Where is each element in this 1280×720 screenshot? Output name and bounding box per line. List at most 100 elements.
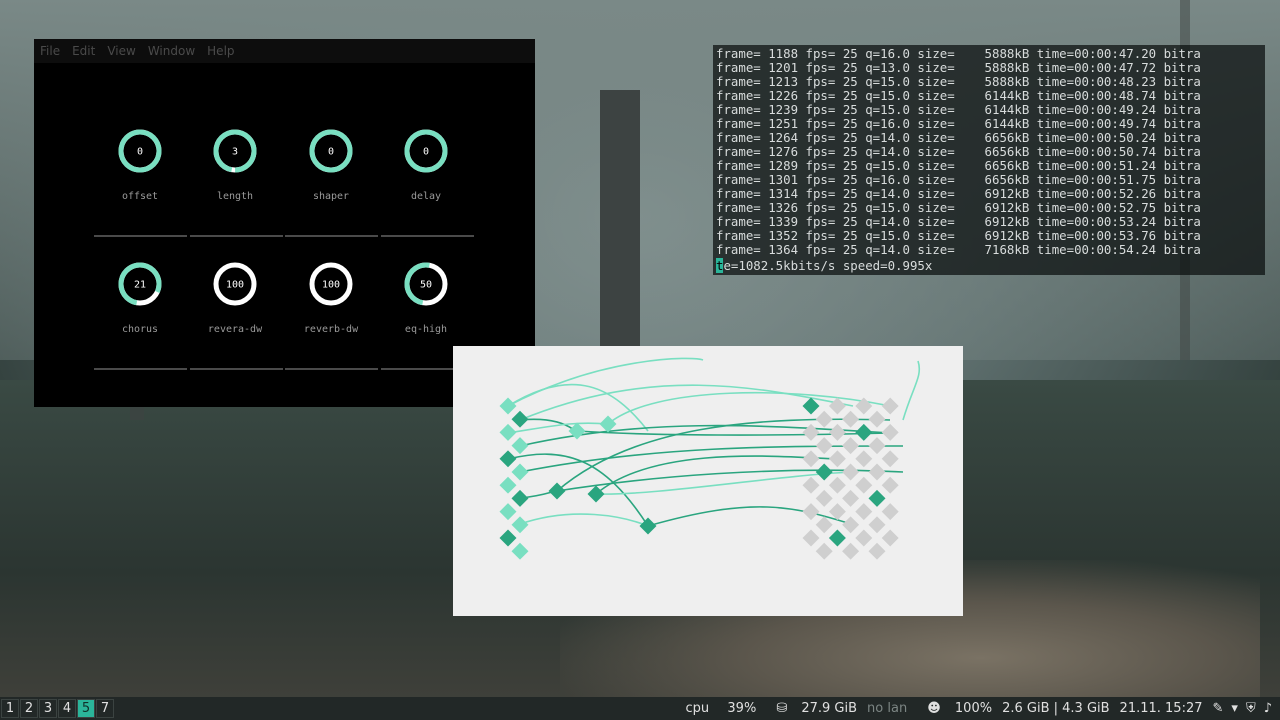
- patch-input-node[interactable]: [511, 516, 529, 534]
- menu-help[interactable]: Help: [207, 44, 234, 58]
- patch-output-node[interactable]: [828, 397, 846, 415]
- wifi-icon[interactable]: ▾: [1231, 701, 1238, 716]
- knob-label: revera-dw: [207, 324, 263, 335]
- patch-output-node[interactable]: [868, 410, 886, 428]
- patch-output-node[interactable]: [881, 476, 899, 494]
- patch-output-node[interactable]: [828, 450, 846, 468]
- patch-output-node[interactable]: [842, 516, 860, 534]
- terminal-line: frame= 1239 fps= 25 q=15.0 size= 6144kB …: [716, 102, 1201, 117]
- patch-node[interactable]: [587, 485, 605, 503]
- workspace-button-7[interactable]: 7: [96, 699, 114, 718]
- patch-input-node[interactable]: [511, 542, 529, 560]
- menu-file[interactable]: File: [40, 44, 60, 58]
- taskbar: 123457 cpu 39% ⛁ 27.9 GiB no lan ☻ 100% …: [0, 697, 1280, 720]
- patch-output-node[interactable]: [802, 503, 820, 521]
- patch-output-node[interactable]: [802, 423, 820, 441]
- patch-output-node[interactable]: [815, 489, 833, 507]
- patch-output-node[interactable]: [842, 437, 860, 455]
- patch-input-node[interactable]: [511, 489, 529, 507]
- knob-shaper[interactable]: 0 shaper: [291, 129, 371, 202]
- menu-window[interactable]: Window: [148, 44, 195, 58]
- knob-delay[interactable]: 0 delay: [386, 129, 466, 202]
- workspace-button-3[interactable]: 3: [39, 699, 57, 718]
- patch-output-node[interactable]: [802, 476, 820, 494]
- workspace-button-2[interactable]: 2: [20, 699, 38, 718]
- knob-chorus[interactable]: 21 chorus: [100, 262, 180, 335]
- knob-eq-high[interactable]: 50 eq-high: [386, 262, 466, 335]
- disk-icon: ⛁: [776, 701, 788, 716]
- patch-output-node[interactable]: [842, 410, 860, 428]
- knob-dial[interactable]: 100: [309, 262, 353, 306]
- knob-dial[interactable]: 0: [404, 129, 448, 173]
- knob-label: offset: [121, 191, 159, 202]
- shield-icon[interactable]: ⛨: [1246, 701, 1256, 716]
- patch-input-node[interactable]: [511, 437, 529, 455]
- patch-output-node[interactable]: [868, 437, 886, 455]
- knob-offset[interactable]: 0 offset: [100, 129, 180, 202]
- patch-output-node[interactable]: [881, 450, 899, 468]
- patch-node[interactable]: [548, 482, 566, 500]
- volume-icon[interactable]: ♪: [1264, 701, 1272, 716]
- patch-output-node[interactable]: [815, 542, 833, 560]
- patch-output-node[interactable]: [828, 529, 846, 547]
- patch-input-node[interactable]: [499, 503, 517, 521]
- cpu-label: cpu: [685, 701, 710, 716]
- terminal-line: frame= 1201 fps= 25 q=13.0 size= 5888kB …: [716, 60, 1201, 75]
- patch-output-node[interactable]: [881, 529, 899, 547]
- terminal-line: frame= 1226 fps= 25 q=15.0 size= 6144kB …: [716, 88, 1201, 103]
- patch-graph-canvas[interactable]: [453, 346, 963, 616]
- menu-edit[interactable]: Edit: [72, 44, 95, 58]
- knob-dial[interactable]: 3: [213, 129, 257, 173]
- patch-output-node[interactable]: [881, 397, 899, 415]
- patch-output-node[interactable]: [881, 423, 899, 441]
- patch-output-node[interactable]: [815, 437, 833, 455]
- patch-output-node[interactable]: [842, 489, 860, 507]
- patch-output-node[interactable]: [828, 476, 846, 494]
- paperclip-icon[interactable]: ✎: [1213, 701, 1224, 716]
- patch-output-node[interactable]: [881, 503, 899, 521]
- patch-output-node[interactable]: [842, 463, 860, 481]
- patch-output-node[interactable]: [855, 423, 873, 441]
- workspace-button-1[interactable]: 1: [1, 699, 19, 718]
- patch-output-node[interactable]: [855, 476, 873, 494]
- patch-output-node[interactable]: [855, 503, 873, 521]
- knob-dial[interactable]: 21: [118, 262, 162, 306]
- patch-output-node[interactable]: [868, 489, 886, 507]
- patch-input-node[interactable]: [499, 529, 517, 547]
- workspace-button-5[interactable]: 5: [77, 699, 95, 718]
- patch-output-node[interactable]: [815, 410, 833, 428]
- patch-output-node[interactable]: [802, 397, 820, 415]
- divider: [94, 368, 187, 370]
- patch-output-node[interactable]: [828, 423, 846, 441]
- patch-input-node[interactable]: [499, 397, 517, 415]
- patch-output-node[interactable]: [842, 542, 860, 560]
- patch-output-node[interactable]: [868, 542, 886, 560]
- knob-length[interactable]: 3 length: [195, 129, 275, 202]
- knob-dial[interactable]: 0: [118, 129, 162, 173]
- patch-output-node[interactable]: [802, 529, 820, 547]
- knob-dial[interactable]: 100: [213, 262, 257, 306]
- patch-graph-window[interactable]: [453, 346, 963, 616]
- knob-dial[interactable]: 50: [404, 262, 448, 306]
- patch-input-node[interactable]: [499, 450, 517, 468]
- patch-output-node[interactable]: [815, 516, 833, 534]
- patch-output-node[interactable]: [868, 516, 886, 534]
- knob-dial[interactable]: 0: [309, 129, 353, 173]
- patch-output-node[interactable]: [802, 450, 820, 468]
- patch-input-node[interactable]: [499, 476, 517, 494]
- patch-node[interactable]: [639, 517, 657, 535]
- patch-output-node[interactable]: [868, 463, 886, 481]
- terminal-window[interactable]: frame= 1188 fps= 25 q=16.0 size= 5888kB …: [713, 45, 1265, 275]
- terminal-line: frame= 1264 fps= 25 q=14.0 size= 6656kB …: [716, 130, 1201, 145]
- knob-reverb-dw[interactable]: 100 reverb-dw: [291, 262, 371, 335]
- patch-input-node[interactable]: [499, 423, 517, 441]
- patch-input-node[interactable]: [511, 463, 529, 481]
- knob-revera-dw[interactable]: 100 revera-dw: [195, 262, 275, 335]
- patch-node[interactable]: [599, 415, 617, 433]
- patch-output-node[interactable]: [855, 529, 873, 547]
- workspace-button-4[interactable]: 4: [58, 699, 76, 718]
- patch-input-node[interactable]: [511, 410, 529, 428]
- menu-view[interactable]: View: [107, 44, 135, 58]
- patch-output-node[interactable]: [855, 450, 873, 468]
- patch-output-node[interactable]: [815, 463, 833, 481]
